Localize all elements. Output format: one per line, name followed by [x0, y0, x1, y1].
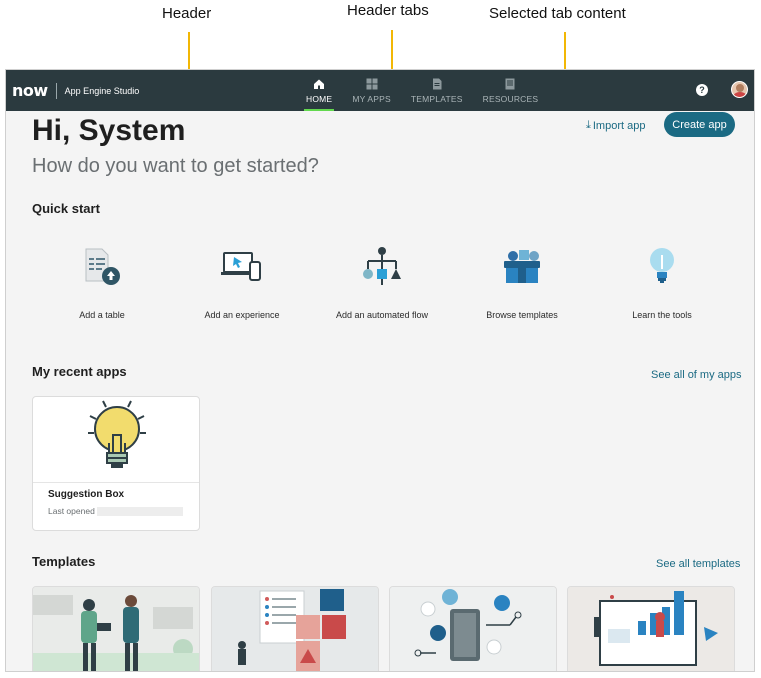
template-card[interactable]: [389, 586, 557, 671]
tab-home-label: HOME: [306, 94, 333, 104]
template-card[interactable]: [32, 586, 200, 671]
now-logo[interactable]: now: [12, 81, 48, 100]
recent-apps-heading: My recent apps: [32, 364, 127, 379]
callout-selected-tab-content: Selected tab content: [489, 5, 626, 22]
tab-resources[interactable]: RESOURCES: [473, 70, 549, 111]
templates-box-icon: [504, 250, 540, 283]
tab-templates[interactable]: TEMPLATES: [401, 70, 473, 111]
see-all-templates-link[interactable]: See all templates: [656, 558, 740, 570]
home-icon: [314, 79, 325, 89]
quick-start-add-flow-label: Add an automated flow: [335, 310, 429, 320]
template-card[interactable]: [567, 586, 735, 671]
quick-start-add-table-label: Add a table: [79, 310, 125, 320]
recent-app-card[interactable]: Suggestion Box Last opened: [32, 396, 200, 531]
template-card[interactable]: [211, 586, 379, 671]
help-icon[interactable]: ?: [696, 84, 708, 96]
logo-divider: [55, 82, 57, 99]
page-subtitle: How do you want to get started?: [32, 155, 319, 177]
template-illustration: [212, 587, 378, 671]
import-app-label: Import app: [592, 119, 646, 132]
quick-start-add-experience-label: Add an experience: [204, 310, 280, 320]
download-icon: ⤓: [586, 119, 591, 131]
tab-home[interactable]: HOME: [296, 70, 342, 111]
quick-start-learn-tools-label: Learn the tools: [632, 310, 692, 320]
grid-icon: [366, 78, 378, 90]
last-opened-label: Last opened: [48, 506, 95, 516]
templates-heading: Templates: [32, 554, 96, 569]
tab-my-apps-label: MY APPS: [352, 94, 391, 104]
product-name: App Engine Studio: [64, 85, 140, 96]
tab-resources-label: RESOURCES: [482, 94, 539, 104]
create-app-button[interactable]: Create app: [664, 112, 735, 137]
callout-header-tabs: Header tabs: [347, 2, 429, 19]
quick-start-browse-templates-label: Browse templates: [486, 310, 558, 320]
app-card-meta: Last opened: [48, 506, 183, 517]
template-illustration: [33, 587, 199, 671]
template-illustration: [568, 587, 734, 671]
quick-start-add-experience[interactable]: Add an experience: [172, 245, 312, 320]
devices-icon: [221, 252, 261, 281]
flow-icon: [363, 247, 401, 285]
app-card-illustration: [33, 397, 199, 483]
app-card-title: Suggestion Box: [48, 489, 125, 500]
import-app-link[interactable]: ⤓ Import app: [586, 119, 645, 132]
quick-start-learn-tools[interactable]: Learn the tools: [592, 245, 732, 320]
quick-start-add-flow[interactable]: Add an automated flow: [312, 245, 452, 320]
redacted-date: [96, 507, 183, 517]
quick-start-browse-templates[interactable]: Browse templates: [452, 245, 592, 320]
table-upload-icon: [85, 248, 120, 285]
book-icon: [505, 78, 515, 90]
see-all-apps-link[interactable]: See all of my apps: [651, 369, 742, 381]
avatar[interactable]: [731, 81, 748, 98]
lightbulb-icon: [650, 248, 674, 283]
tab-my-apps[interactable]: MY APPS: [342, 70, 401, 111]
callout-header: Header: [162, 5, 212, 22]
template-illustration: [390, 587, 556, 671]
page-title: Hi, System: [32, 114, 186, 147]
lightbulb-icon: [88, 400, 146, 468]
header-bar: now App Engine Studio HOME MY APPS TEMPL…: [6, 70, 754, 111]
quick-start-heading: Quick start: [32, 201, 100, 216]
quick-start-add-table[interactable]: Add a table: [32, 245, 172, 320]
app-window: now App Engine Studio HOME MY APPS TEMPL…: [5, 69, 755, 672]
tab-templates-label: TEMPLATES: [410, 94, 463, 104]
document-icon: [432, 78, 442, 90]
header-tabs: HOME MY APPS TEMPLATES RESOURCES: [296, 70, 548, 111]
